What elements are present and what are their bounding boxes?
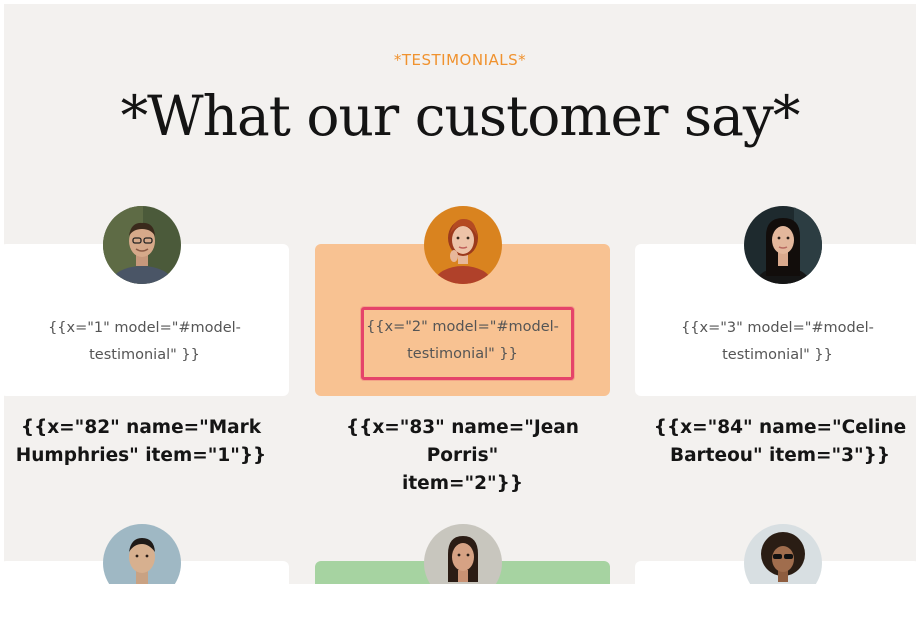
- testimonial-quote-line: testimonial" }}: [722, 347, 833, 363]
- testimonial-author-name: {{x="82" name="Mark Humphries" item="1"}…: [15, 417, 267, 466]
- section-eyebrow: *TESTIMONIALS*: [393, 51, 527, 69]
- section-heading: *What our customer say*: [120, 84, 801, 148]
- avatar-jean-porris: [424, 206, 502, 284]
- testimonial-author-name: {{x="84" name="Celine Barteou" item="3"}…: [653, 417, 907, 466]
- testimonial-quote-line: testimonial" }}: [89, 347, 200, 363]
- testimonial-quote-line: {{x="3" model="#model-: [681, 320, 874, 336]
- avatar-row2-1: [103, 524, 181, 584]
- testimonial-author-name: {{x="83" name="Jean Porris" item="2"}}: [346, 417, 579, 494]
- avatar-mark-humphries: [103, 206, 181, 284]
- avatar-row2-3: [744, 524, 822, 584]
- avatar-celine-barteou: [744, 206, 822, 284]
- avatar-row2-2: [424, 524, 502, 584]
- selection-highlight-frame: [361, 307, 574, 380]
- testimonial-quote-line: {{x="1" model="#model-: [48, 320, 241, 336]
- testimonials-section: *TESTIMONIALS* *What our customer say* {…: [4, 4, 916, 584]
